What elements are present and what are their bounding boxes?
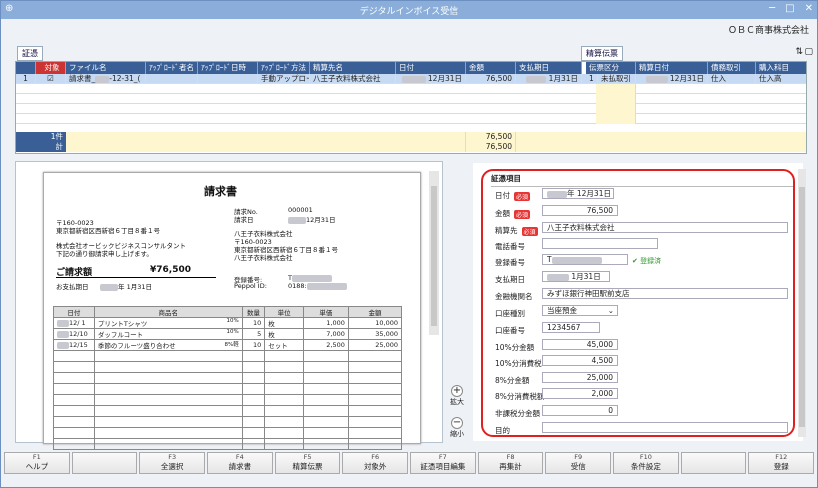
col-due[interactable]: 支払期日 [516,62,582,74]
invoice-title: 請求書 [204,185,237,198]
amount-field[interactable]: 76,500 [542,205,618,216]
fkey-button-11[interactable] [680,452,747,474]
registration-number-field[interactable]: T [542,254,628,265]
col-upload-method[interactable]: ｱｯﾌﾟﾛｰﾄﾞ方法 [258,62,310,74]
bank-field[interactable]: みずほ銀行神田駅前支店 [542,288,788,299]
account-number-field[interactable]: 1234567 [542,322,600,333]
target-checkbox[interactable]: ☑ [36,74,66,84]
invoice-item-row: 12/ 1 プリントTシャツ 10% 10 枚 1,000 10,000 [53,317,403,329]
app-window: ⊕ デジタルインボイス受信 ─ □ ✕ ＯＢＣ商事株式会社 証憑 精算伝票 ⇅ … [0,0,818,488]
required-badge: 必須 [514,191,531,201]
invoice-item-row: 12/15 季節のフルーツ盛り合わせ 8%軽 10 セット 2,500 25,000 [53,339,403,351]
fkey-button-6[interactable]: F6 対象外 [342,452,409,474]
panel-scroll-thumb[interactable] [799,187,805,427]
plus-icon: + [451,385,463,397]
fkey-button-4[interactable]: F4 請求書 [207,452,273,474]
required-badge: 必須 [521,226,538,236]
invoice-item-row [53,361,403,373]
table-row[interactable]: 1 ☑ 請求書_-12-31_( 手動アップロード 八王子衣料株式会社 12月3… [16,74,806,84]
col-upload-date[interactable]: ｱｯﾌﾟﾛｰﾄﾞ日時 [198,62,258,74]
title-bar: ⊕ デジタルインボイス受信 ─ □ ✕ [1,1,817,19]
fkey-button-12[interactable]: F12 登録 [748,452,815,474]
fkey-button-5[interactable]: F5 精算伝票 [274,452,341,474]
close-icon[interactable]: ✕ [805,3,813,14]
invoice-preview: 請求書 請求No. 000001 請求日 12月31日 〒160-0023 東京… [15,161,443,450]
evidence-tab[interactable]: 証憑 [17,46,43,61]
fkey-button-2[interactable] [71,452,138,474]
col-date[interactable]: 日付 [396,62,466,74]
maximize-icon[interactable]: □ [785,3,794,14]
preview-scroll-thumb[interactable] [431,186,437,326]
invoice-item-row [53,394,403,406]
invoice-item-row [53,372,403,384]
col-debt[interactable]: 債務取引 [708,62,756,74]
chevron-down-icon: ⌄ [607,306,614,315]
zoom-in-button[interactable]: + 拡大 [449,385,465,407]
evidence-title: 証憑項目 [491,173,793,187]
col-settle-date[interactable]: 精算日付 [636,62,708,74]
partner-field[interactable]: 八王子衣料株式会社 [542,222,788,233]
fkey-button-9[interactable]: F9 受信 [545,452,612,474]
phone-field[interactable] [542,238,658,249]
function-key-bar: F1 ヘルプ F3 全選択 F4 請求書 F5 精算伝票 F6 対象外 F7 証憑項目編集 F8 再集計 F… [3,452,815,485]
registered-status: ✔ 登録済 [632,257,662,265]
fkey-button-1[interactable]: F1 ヘルプ [4,452,70,474]
total-row: 計 76,500 [16,142,806,152]
invoice-item-row [53,350,403,362]
purpose-field[interactable] [542,422,788,433]
invoice-item-row [53,427,403,439]
col-uploader[interactable]: ｱｯﾌﾟﾛｰﾄﾞ者名 [146,62,198,74]
invoice-item-row [53,416,403,428]
tax-10-field[interactable]: 4,500 [542,355,618,366]
window-title: デジタルインボイス受信 [359,7,459,17]
invoice-item-row: 12/10 ダッフルコート 10% 5 枚 7,000 35,000 [53,328,403,340]
fkey-button-3[interactable]: F3 全選択 [139,452,206,474]
account-type-select[interactable]: 当座預金 ⌄ [542,305,618,316]
minimize-icon[interactable]: ─ [769,3,775,14]
fkey-button-10[interactable]: F10 条件設定 [613,452,679,474]
journal-tab[interactable]: 精算伝票 [581,46,623,61]
amount-10-field[interactable]: 45,000 [542,339,618,350]
fkey-button-8[interactable]: F8 再集計 [477,452,544,474]
invoice-item-row [53,405,403,417]
date-field[interactable]: 年 12月31日 [542,188,614,199]
invoice-items-table: 日付 商品名 数量 単位 単価 金額 12/ 1 プリントTシャツ 10% 10 枚 1,… [53,306,403,450]
zoom-out-button[interactable]: − 縮小 [449,417,465,439]
col-target[interactable]: 対象 [36,62,66,74]
sort-icon[interactable]: ⇅ [795,47,803,57]
col-slip-type[interactable]: 伝票区分 [586,62,636,74]
col-amount[interactable]: 金額 [466,62,516,74]
col-account[interactable]: 購入科目 [756,62,806,74]
layout-icon[interactable]: ▢ [804,47,813,57]
invoice-grid: 対象 ファイル名 ｱｯﾌﾟﾛｰﾄﾞ者名 ｱｯﾌﾟﾛｰﾄﾞ日時 ｱｯﾌﾟﾛｰﾄﾞ方… [15,61,807,154]
check-circle-icon: ✔ [632,257,638,265]
col-partner[interactable]: 精算先名 [310,62,396,74]
invoice-item-row [53,438,403,450]
invoice-item-row [53,383,403,395]
company-name: ＯＢＣ商事株式会社 [727,26,809,36]
tax-8-field[interactable]: 2,000 [542,388,618,399]
required-badge: 必須 [514,209,531,219]
summary-row: 1件 76,500 [16,132,806,142]
col-file[interactable]: ファイル名 [66,62,146,74]
fkey-button-7[interactable]: F7 証憑項目編集 [410,452,476,474]
invoice-document: 請求書 請求No. 000001 請求日 12月31日 〒160-0023 東京… [43,172,421,450]
nontaxable-field[interactable]: 0 [542,405,618,416]
minus-icon: − [451,417,463,429]
due-date-field[interactable]: 1月31日 [542,271,610,282]
amount-8-field[interactable]: 25,000 [542,372,618,383]
